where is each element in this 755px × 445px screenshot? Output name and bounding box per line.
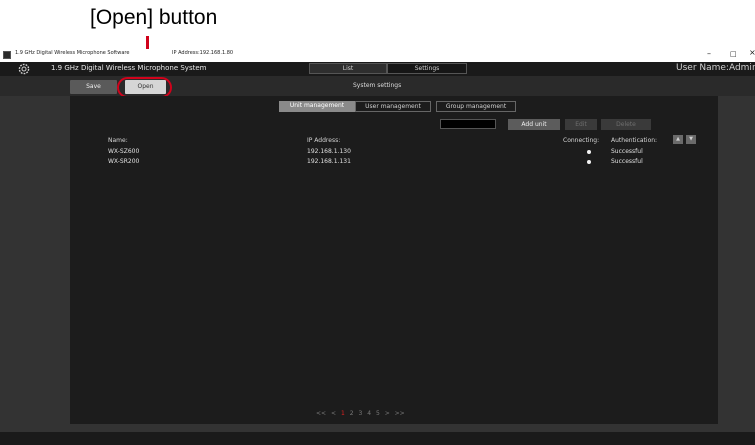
column-header-ip[interactable]: IP Address: (307, 137, 340, 144)
page-next-button[interactable]: > (385, 410, 390, 417)
close-button[interactable]: × (749, 48, 755, 57)
tab-list[interactable]: List (309, 63, 387, 74)
table-row-auth: Successful (611, 158, 643, 165)
connecting-indicator (587, 150, 591, 154)
table-row-name[interactable]: WX-SZ600 (108, 148, 139, 155)
gear-icon[interactable] (17, 62, 31, 76)
page-last-button[interactable]: >> (395, 410, 405, 417)
sort-down-icon[interactable]: ▼ (686, 135, 696, 144)
page-1-current[interactable]: 1 (341, 410, 345, 417)
system-name: 1.9 GHz Digital Wireless Microphone Syst… (51, 64, 207, 72)
column-header-name[interactable]: Name: (108, 137, 128, 144)
subtab-group-management[interactable]: Group management (436, 101, 516, 112)
table-row-ip: 192.168.1.131 (307, 158, 351, 165)
window-title: 1.9 GHz Digital Wireless Microphone Soft… (15, 50, 130, 56)
subtab-unit-management[interactable]: Unit management (279, 101, 355, 112)
bottom-bar (0, 432, 755, 445)
callout-label: [Open] button (90, 6, 218, 29)
open-button-highlight (117, 77, 172, 98)
page-first-button[interactable]: << (316, 410, 326, 417)
minimize-button[interactable]: – (707, 49, 711, 58)
page-title: System settings (353, 82, 402, 89)
tab-settings[interactable]: Settings (387, 63, 467, 74)
table-row-auth: Successful (611, 148, 643, 155)
page-5-link[interactable]: 5 (376, 410, 380, 417)
table-row-ip: 192.168.1.130 (307, 148, 351, 155)
page-3-link[interactable]: 3 (358, 410, 362, 417)
delete-button[interactable]: Delete (601, 119, 651, 130)
app-icon (3, 51, 11, 59)
save-button[interactable]: Save (70, 80, 117, 94)
column-header-connecting[interactable]: Connecting: (563, 137, 599, 144)
subtab-user-management[interactable]: User management (355, 101, 431, 112)
page-prev-button[interactable]: < (331, 410, 336, 417)
add-unit-button[interactable]: Add unit (508, 119, 560, 130)
page-2-link[interactable]: 2 (350, 410, 354, 417)
maximize-button[interactable]: □ (730, 50, 737, 58)
main-panel (70, 96, 718, 424)
user-name[interactable]: User Name:Admin (676, 63, 755, 73)
column-header-authentication[interactable]: Authentication: (611, 137, 657, 144)
table-row-name[interactable]: WX-SR200 (108, 158, 139, 165)
page-4-link[interactable]: 4 (367, 410, 371, 417)
search-input[interactable] (440, 119, 496, 129)
connecting-indicator (587, 160, 591, 164)
edit-button[interactable]: Edit (565, 119, 597, 130)
window-ip-address: IP Address:192.168.1.80 (172, 50, 234, 56)
sort-up-icon[interactable]: ▲ (673, 135, 683, 144)
pagination: << < 1 2 3 4 5 > >> (316, 410, 405, 417)
